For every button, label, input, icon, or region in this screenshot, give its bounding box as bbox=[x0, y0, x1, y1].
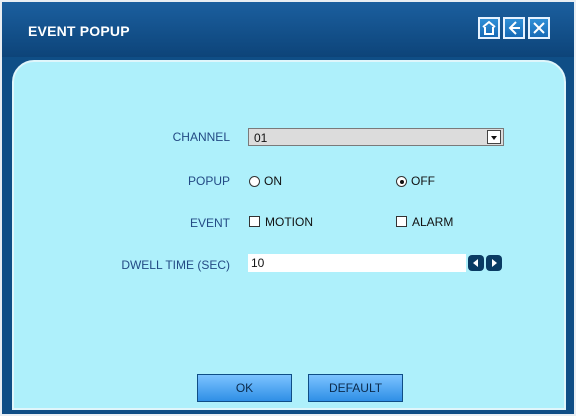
triangle-left-icon bbox=[473, 259, 478, 267]
dwell-decrement-button[interactable] bbox=[468, 255, 484, 271]
event-label: EVENT bbox=[189, 216, 230, 230]
triangle-right-icon bbox=[492, 259, 497, 267]
chevron-down-icon bbox=[491, 136, 497, 140]
event-alarm-checkbox[interactable] bbox=[396, 216, 407, 227]
popup-on-radio[interactable] bbox=[249, 176, 260, 187]
popup-off-label: OFF bbox=[411, 174, 435, 188]
close-icon bbox=[533, 22, 545, 34]
close-button[interactable] bbox=[528, 17, 550, 39]
dwell-time-value: 10 bbox=[251, 256, 265, 270]
event-motion-label: MOTION bbox=[265, 215, 313, 229]
dwell-time-label: DWELL TIME (SEC) bbox=[121, 258, 230, 272]
dropdown-button[interactable] bbox=[487, 130, 501, 144]
ok-button[interactable]: OK bbox=[197, 374, 292, 402]
title-bar: EVENT POPUP bbox=[2, 2, 574, 57]
content-panel bbox=[12, 60, 566, 410]
back-button[interactable] bbox=[503, 17, 525, 39]
home-icon bbox=[482, 20, 496, 35]
event-motion-checkbox[interactable] bbox=[249, 216, 260, 227]
popup-label: POPUP bbox=[187, 174, 230, 188]
home-button[interactable] bbox=[478, 17, 500, 39]
dwell-increment-button[interactable] bbox=[486, 255, 502, 271]
popup-on-label: ON bbox=[264, 174, 282, 188]
popup-off-radio[interactable] bbox=[396, 176, 407, 187]
event-popup-window: EVENT POPUP CHANNEL 01 POPUP ON OFF EVEN… bbox=[0, 0, 576, 416]
channel-value: 01 bbox=[254, 131, 268, 145]
event-alarm-label: ALARM bbox=[412, 215, 454, 229]
dwell-time-field[interactable]: 10 bbox=[248, 254, 466, 272]
window-title: EVENT POPUP bbox=[28, 23, 130, 39]
channel-select[interactable]: 01 bbox=[248, 128, 504, 146]
back-arrow-icon bbox=[508, 21, 520, 35]
default-button[interactable]: DEFAULT bbox=[308, 374, 403, 402]
channel-label: CHANNEL bbox=[172, 130, 230, 144]
